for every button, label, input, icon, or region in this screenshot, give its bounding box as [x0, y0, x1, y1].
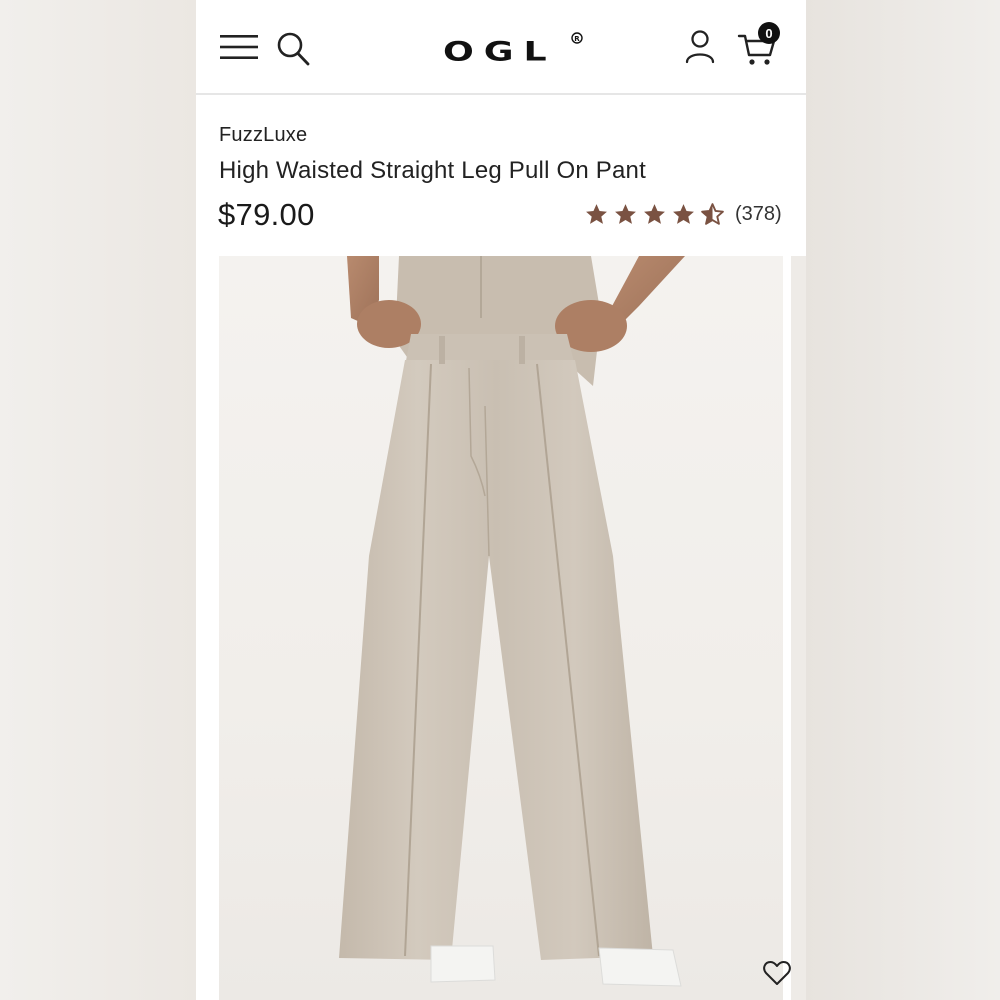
- site-header: OGL R 0: [196, 0, 806, 95]
- svg-text:R: R: [574, 35, 580, 43]
- mobile-screen: OGL R 0 FuzzLuxe High Waisted Straight L…: [196, 0, 806, 1000]
- review-count[interactable]: (378): [735, 203, 782, 226]
- star-full-icon: [586, 203, 607, 224]
- star-full-icon: [644, 203, 665, 224]
- background-right: [804, 0, 1000, 1000]
- search-icon[interactable]: [274, 28, 312, 70]
- heart-icon[interactable]: [762, 958, 792, 988]
- product-brand[interactable]: FuzzLuxe: [219, 124, 307, 147]
- pant-illustration: [339, 256, 685, 987]
- next-image-peek[interactable]: [791, 256, 806, 1000]
- product-image[interactable]: [219, 256, 783, 1000]
- rating-summary[interactable]: (378): [584, 199, 782, 229]
- cart-count-badge: 0: [758, 22, 780, 44]
- star-rating: [584, 202, 725, 227]
- star-half-icon: [701, 202, 724, 225]
- star-full-icon: [615, 203, 636, 224]
- product-price: $79.00: [218, 197, 315, 232]
- star-full-icon: [673, 203, 694, 224]
- logo-text: OGL: [443, 35, 556, 67]
- hamburger-menu-icon[interactable]: [218, 28, 260, 66]
- ogl-logo[interactable]: OGL R: [414, 26, 590, 70]
- account-icon[interactable]: [680, 24, 720, 68]
- product-title: High Waisted Straight Leg Pull On Pant: [219, 157, 646, 184]
- background-left: [0, 0, 196, 1000]
